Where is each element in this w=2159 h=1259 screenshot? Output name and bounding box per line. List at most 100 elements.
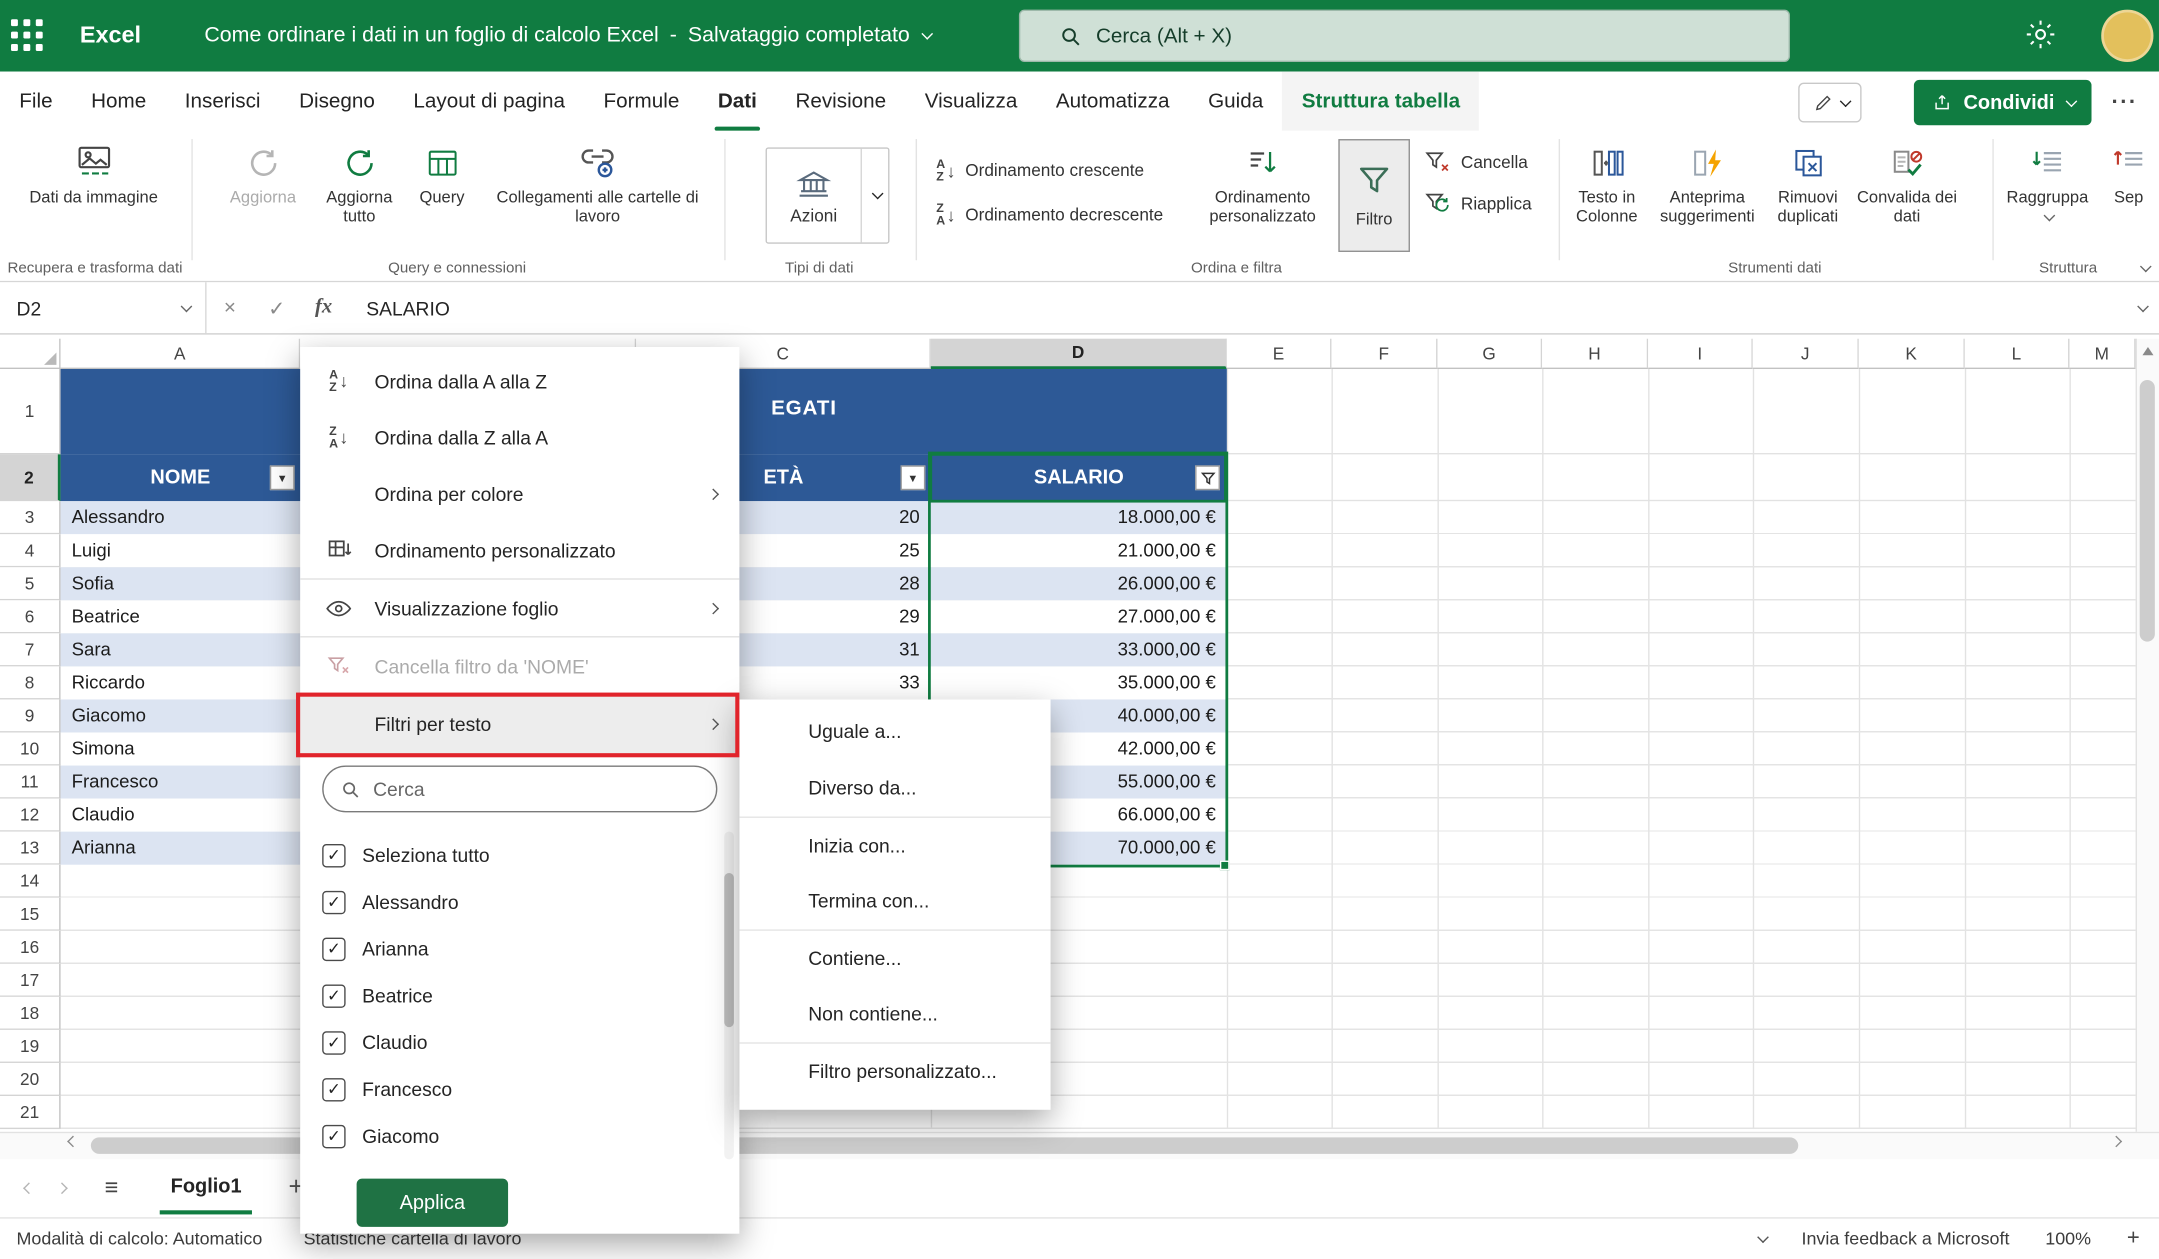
status-chevron-down-icon[interactable] bbox=[1758, 1231, 1770, 1243]
sort-descending-button[interactable]: ZA ↓ Ordinamento decrescente bbox=[936, 202, 1163, 227]
menu-item-sort-za[interactable]: ZA ↓ Ordina dalla Z alla A bbox=[300, 409, 739, 465]
cell-name[interactable]: Arianna bbox=[61, 832, 301, 865]
query-button[interactable]: Query bbox=[408, 142, 477, 207]
cell-salary[interactable]: 21.000,00 € bbox=[931, 534, 1227, 567]
text-to-columns-button[interactable]: Testo in Colonne bbox=[1564, 142, 1649, 226]
row-header-2[interactable]: 2 bbox=[0, 454, 61, 501]
expand-formula-bar-chevron-icon[interactable] bbox=[2137, 300, 2149, 312]
ribbon-tab[interactable]: Layout di pagina bbox=[394, 72, 584, 131]
document-title[interactable]: Come ordinare i dati in un foglio di cal… bbox=[204, 23, 929, 48]
cell-name[interactable]: Alessandro bbox=[61, 501, 301, 534]
filter-checkbox-item[interactable]: ✓ Giacomo bbox=[300, 1113, 739, 1160]
select-all-corner[interactable] bbox=[0, 339, 61, 369]
cell-name[interactable]: Claudio bbox=[61, 799, 301, 832]
menu-scrollbar-thumb[interactable] bbox=[724, 873, 734, 1027]
data-validation-button[interactable]: Convalida dei dati bbox=[1853, 142, 1960, 226]
row-header[interactable]: 19 bbox=[0, 1030, 61, 1063]
row-header[interactable]: 15 bbox=[0, 898, 61, 931]
row-header[interactable]: 10 bbox=[0, 733, 61, 766]
row-header[interactable]: 18 bbox=[0, 997, 61, 1030]
clear-filter-button[interactable]: Cancella bbox=[1424, 149, 1528, 177]
row-header[interactable]: 17 bbox=[0, 964, 61, 997]
cell-name[interactable]: Riccardo bbox=[61, 666, 301, 699]
menu-item-text-filters[interactable]: Filtri per testo bbox=[300, 694, 739, 755]
next-sheet-arrow-icon[interactable] bbox=[56, 1182, 68, 1194]
row-header[interactable]: 14 bbox=[0, 865, 61, 898]
column-header-K[interactable]: K bbox=[1859, 339, 1965, 369]
row-header[interactable]: 3 bbox=[0, 501, 61, 534]
submenu-item[interactable]: Uguale a... bbox=[739, 704, 1050, 760]
column-header-H[interactable]: H bbox=[1542, 339, 1648, 369]
column-header-M[interactable]: M bbox=[2069, 339, 2135, 369]
column-header-L[interactable]: L bbox=[1965, 339, 2070, 369]
filter-checkbox-item[interactable]: ✓ Seleziona tutto bbox=[300, 832, 739, 879]
submenu-item[interactable]: Filtro personalizzato... bbox=[739, 1042, 1050, 1098]
all-sheets-menu-icon[interactable]: ≡ bbox=[105, 1174, 119, 1202]
nome-filter-dropdown-button[interactable]: ▼ bbox=[270, 465, 295, 490]
cell-salary[interactable]: 27.000,00 € bbox=[931, 600, 1227, 633]
azioni-main[interactable]: Azioni bbox=[767, 149, 861, 243]
aggiorna-tutto-button[interactable]: Aggiorna tutto bbox=[314, 142, 405, 226]
row-header[interactable]: 20 bbox=[0, 1063, 61, 1096]
sort-ascending-button[interactable]: AZ ↓ Ordinamento crescente bbox=[936, 158, 1144, 183]
ribbon-tab[interactable]: File bbox=[0, 72, 72, 131]
header-cell-nome[interactable]: NOME bbox=[61, 454, 301, 501]
formula-value[interactable]: SALARIO bbox=[366, 297, 450, 319]
ribbon-tab[interactable]: Guida bbox=[1189, 72, 1283, 131]
menu-item-sheet-view[interactable]: Visualizzazione foglio bbox=[300, 580, 739, 636]
ribbon-tab[interactable]: Visualizza bbox=[905, 72, 1036, 131]
checkbox-checked-icon[interactable]: ✓ bbox=[322, 843, 345, 866]
row-header[interactable]: 12 bbox=[0, 799, 61, 832]
column-header-A[interactable]: A bbox=[61, 339, 301, 369]
cell-salary[interactable]: 35.000,00 € bbox=[931, 666, 1227, 699]
app-name[interactable]: Excel bbox=[80, 22, 141, 50]
row-header[interactable]: 13 bbox=[0, 832, 61, 865]
ribbon-tab[interactable]: Automatizza bbox=[1037, 72, 1189, 131]
filter-checkbox-item[interactable]: ✓ Francesco bbox=[300, 1066, 739, 1113]
confirm-entry-icon[interactable]: ✓ bbox=[253, 295, 300, 320]
row-header[interactable]: 6 bbox=[0, 600, 61, 633]
cell-name[interactable]: Sofia bbox=[61, 567, 301, 600]
prev-sheet-arrow-icon[interactable] bbox=[23, 1182, 35, 1194]
header-cell-salario[interactable]: SALARIO bbox=[931, 454, 1227, 501]
cell-name[interactable]: Sara bbox=[61, 633, 301, 666]
cell-salary[interactable]: 26.000,00 € bbox=[931, 567, 1227, 600]
submenu-item[interactable]: Contiene... bbox=[739, 929, 1050, 985]
search-input[interactable]: Cerca (Alt + X) bbox=[1019, 10, 1790, 62]
calc-mode-status[interactable]: Modalità di calcolo: Automatico bbox=[17, 1228, 263, 1249]
cell-name[interactable]: Francesco bbox=[61, 766, 301, 799]
checkbox-checked-icon[interactable]: ✓ bbox=[322, 937, 345, 960]
ribbon-tab[interactable]: Inserisci bbox=[165, 72, 279, 131]
filter-checkbox-item[interactable]: ✓ Claudio bbox=[300, 1019, 739, 1066]
user-avatar[interactable] bbox=[2101, 10, 2153, 62]
name-box-chevron-icon[interactable] bbox=[181, 300, 193, 312]
azioni-combo[interactable]: Azioni bbox=[766, 147, 890, 243]
filter-checkbox-item[interactable]: ✓ Alessandro bbox=[300, 878, 739, 925]
row-header[interactable]: 11 bbox=[0, 766, 61, 799]
vertical-scrollbar-thumb[interactable] bbox=[2140, 380, 2155, 642]
column-header-G[interactable]: G bbox=[1437, 339, 1542, 369]
cell-salary[interactable]: 18.000,00 € bbox=[931, 501, 1227, 534]
column-header-D[interactable]: D bbox=[931, 339, 1227, 369]
ribbon-tab[interactable]: Struttura tabella bbox=[1282, 72, 1479, 131]
eta-filter-dropdown-button[interactable]: ▼ bbox=[900, 465, 925, 490]
filter-checkbox-item[interactable]: ✓ Beatrice bbox=[300, 972, 739, 1019]
submenu-item[interactable]: Termina con... bbox=[739, 873, 1050, 929]
row-header[interactable]: 8 bbox=[0, 666, 61, 699]
azioni-dropdown[interactable] bbox=[861, 149, 889, 243]
salario-filter-sort-button[interactable] bbox=[1195, 465, 1220, 490]
column-header-I[interactable]: I bbox=[1648, 339, 1753, 369]
dati-da-immagine-button[interactable]: Dati da immagine bbox=[25, 142, 163, 207]
ribbon-tab[interactable]: Home bbox=[72, 72, 166, 131]
name-box[interactable]: D2 bbox=[0, 282, 207, 333]
reapply-filter-button[interactable]: Riapplica bbox=[1424, 190, 1532, 218]
filter-checkbox-item[interactable]: ✓ Arianna bbox=[300, 925, 739, 972]
column-header-F[interactable]: F bbox=[1331, 339, 1437, 369]
row-header[interactable]: 4 bbox=[0, 534, 61, 567]
menu-item-custom-sort[interactable]: Ordinamento personalizzato bbox=[300, 522, 739, 578]
flash-fill-button[interactable]: Anteprima suggerimenti bbox=[1652, 142, 1762, 226]
checkbox-checked-icon[interactable]: ✓ bbox=[322, 1124, 345, 1147]
column-header-J[interactable]: J bbox=[1753, 339, 1859, 369]
submenu-item[interactable]: Inizia con... bbox=[739, 817, 1050, 873]
settings-gear-icon[interactable] bbox=[2024, 18, 2060, 54]
